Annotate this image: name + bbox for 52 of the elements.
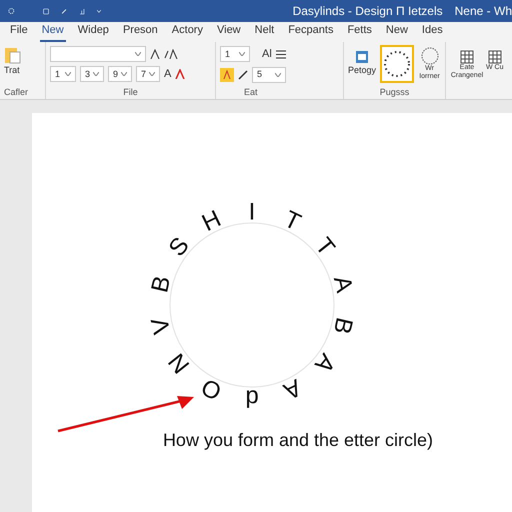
ribbon-tab[interactable]: File	[8, 22, 30, 42]
group-label: Cafler	[4, 86, 30, 98]
font-shrink-icon[interactable]	[164, 49, 178, 59]
caret-icon	[149, 72, 155, 76]
dropdown-field[interactable]: 3	[80, 66, 104, 82]
highlight-icon[interactable]	[220, 68, 234, 82]
ribbon-tab[interactable]: Preson	[120, 22, 160, 42]
ribbon-tab[interactable]: Actory	[170, 22, 205, 42]
document-icon	[355, 50, 370, 64]
list-icon[interactable]	[276, 50, 286, 59]
dropdown-field[interactable]: 7	[136, 66, 160, 82]
dropdown-field[interactable]	[50, 46, 146, 62]
dropdown-field[interactable]: 1	[220, 46, 250, 62]
ribbon-tab[interactable]: Widep	[76, 22, 111, 42]
ribbon-tab[interactable]: Nelt	[252, 22, 276, 42]
group-label: Pugsss	[378, 86, 410, 99]
caret-icon	[65, 72, 71, 76]
circle-text-gallery[interactable]	[380, 44, 414, 83]
caret-icon	[275, 72, 281, 76]
table-icon	[460, 50, 474, 64]
sort-label[interactable]: Al	[262, 46, 272, 62]
circle-text-icon	[382, 48, 412, 79]
ribbon-tab[interactable]: Fetts	[345, 22, 374, 42]
caret-icon	[239, 52, 245, 56]
caret-icon	[121, 72, 127, 76]
caption-text: How you form and the etter circle)	[162, 429, 434, 452]
paste-button[interactable]: Trat	[4, 64, 20, 78]
font-size-label[interactable]: A	[164, 66, 172, 82]
caret-icon	[93, 72, 99, 76]
dropdown-field[interactable]: 5	[252, 66, 286, 82]
caret-icon	[135, 52, 141, 56]
group-label: File	[122, 86, 139, 98]
caret-icon[interactable]	[96, 8, 101, 14]
save-icon[interactable]	[42, 6, 49, 16]
window-title: Dasylinds - Design Π Ietzels	[292, 3, 443, 20]
brush-icon[interactable]	[238, 70, 248, 80]
style-button[interactable]: Petogy	[348, 50, 376, 78]
dashed-circle-icon	[420, 46, 439, 65]
font-color-icon[interactable]	[175, 69, 186, 80]
dropdown-field[interactable]: 1	[50, 66, 76, 82]
app-icon	[8, 5, 15, 17]
arrow-icon	[56, 393, 196, 433]
font-grow-icon[interactable]	[150, 49, 160, 59]
table-icon	[488, 50, 502, 64]
account-label: Nene - Wh	[454, 3, 512, 20]
ribbon-tab[interactable]: View	[214, 22, 243, 42]
clipboard-icon	[4, 46, 22, 64]
ribbon-tab[interactable]: Ides	[420, 22, 445, 42]
ribbon-tab[interactable]: Fecpants	[286, 22, 336, 42]
dropdown-field[interactable]: 9	[108, 66, 132, 82]
ribbon-tab[interactable]: New	[384, 22, 410, 42]
group-label: Eat	[243, 86, 259, 98]
